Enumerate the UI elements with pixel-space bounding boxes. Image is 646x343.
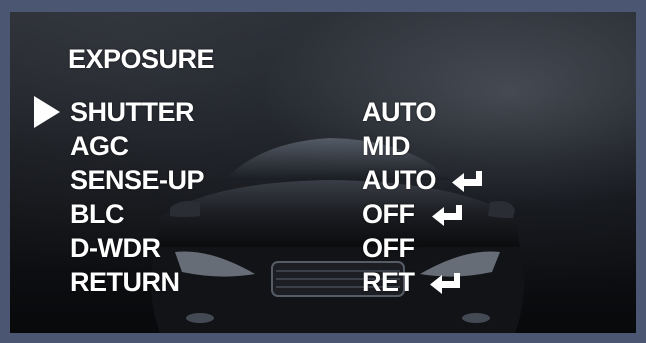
menu-item-blc-value[interactable]: OFF <box>362 199 415 229</box>
menu-item-agc-label[interactable]: AGC <box>70 131 129 161</box>
menu-item-blc-label[interactable]: BLC <box>70 199 125 229</box>
menu-item-return-label[interactable]: RETURN <box>70 267 180 297</box>
osd-frame: EXPOSURE SHUTTER AUTO AGC MID SENSE-UP A… <box>0 0 646 343</box>
menu-item-return-value[interactable]: RET <box>362 267 415 297</box>
menu-item-shutter-value[interactable]: AUTO <box>362 97 437 127</box>
menu-title: EXPOSURE <box>68 44 215 74</box>
enter-return-icon[interactable] <box>428 271 462 295</box>
menu-item-d-wdr-label[interactable]: D-WDR <box>70 233 161 263</box>
enter-return-icon[interactable] <box>430 203 464 227</box>
menu-item-d-wdr-value[interactable]: OFF <box>362 233 415 263</box>
menu-item-shutter-label[interactable]: SHUTTER <box>70 97 195 127</box>
osd-screen: EXPOSURE SHUTTER AUTO AGC MID SENSE-UP A… <box>10 12 636 333</box>
selection-cursor-icon <box>34 96 60 128</box>
menu-item-sense-up-label[interactable]: SENSE-UP <box>70 165 205 195</box>
enter-return-icon[interactable] <box>450 169 484 193</box>
menu-item-sense-up-value[interactable]: AUTO <box>362 165 437 195</box>
menu-item-agc-value[interactable]: MID <box>362 131 411 161</box>
